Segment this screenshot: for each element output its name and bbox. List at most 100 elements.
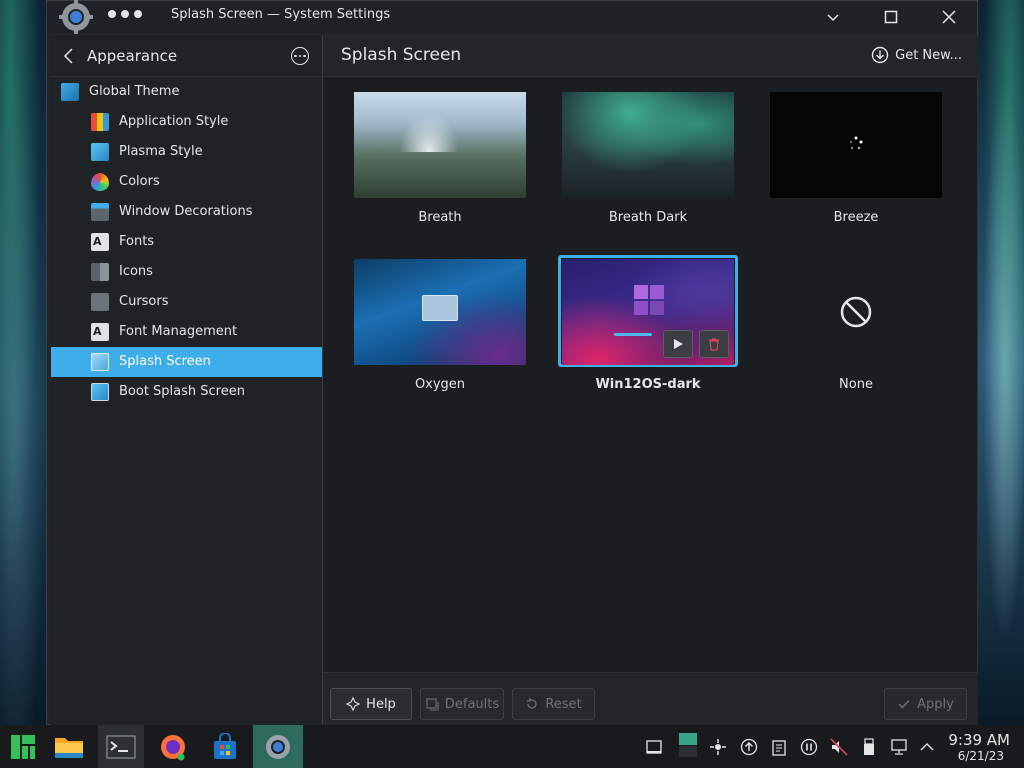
page-title: Splash Screen: [341, 45, 462, 65]
application-style-icon: [91, 113, 109, 131]
main-pane: Splash Screen Get New... Breath Breath D…: [323, 35, 978, 726]
minimize-icon: [827, 14, 839, 22]
sidebar-item-label: Fonts: [119, 234, 155, 249]
loading-spinner-icon: [849, 136, 863, 150]
theme-tile-none[interactable]: None: [770, 259, 944, 392]
get-new-label: Get New...: [895, 47, 962, 63]
main-header: Splash Screen Get New...: [323, 35, 978, 77]
sidebar-item-application-style[interactable]: Application Style: [51, 107, 322, 137]
sidebar-item-window-decorations[interactable]: Window Decorations: [51, 197, 322, 227]
settings-gear-icon: [266, 734, 290, 759]
sidebar-item-splash-screen[interactable]: Splash Screen: [51, 347, 322, 377]
defaults-icon: [426, 698, 439, 711]
apply-button[interactable]: Apply: [884, 688, 967, 720]
help-icon: [346, 697, 361, 711]
trash-icon: [709, 338, 719, 351]
theme-preview: [354, 92, 526, 198]
reset-icon: [527, 698, 537, 709]
sidebar-item-plasma-style[interactable]: Plasma Style: [51, 137, 322, 167]
reset-label: Reset: [545, 696, 582, 712]
download-icon: [871, 46, 889, 64]
volume-muted-icon[interactable]: [830, 738, 848, 756]
sidebar-item-label: Global Theme: [89, 84, 180, 99]
checkmark-icon: [898, 700, 910, 709]
titlebar[interactable]: Splash Screen — System Settings: [47, 0, 977, 34]
sidebar-item-label: Application Style: [119, 114, 229, 129]
theme-preview: [354, 259, 526, 365]
wallpaper-left: [0, 0, 50, 725]
theme-label: Breath Dark: [608, 210, 688, 225]
removable-device-icon[interactable]: [860, 738, 878, 756]
icons-icon: [91, 263, 109, 281]
no-entry-icon: [840, 296, 872, 328]
cursors-icon: [91, 293, 109, 311]
boot-splash-icon: [91, 383, 109, 401]
tray-expand-chevron-icon[interactable]: [918, 738, 936, 756]
file-manager-button[interactable]: [46, 725, 92, 768]
kde-connect-icon[interactable]: [709, 738, 727, 756]
sidebar-item-cursors[interactable]: Cursors: [51, 287, 322, 317]
clock-date[interactable]: 6/21/23: [958, 749, 1004, 763]
font-management-icon: A: [91, 323, 109, 341]
global-theme-icon: [61, 83, 79, 101]
theme-label: Oxygen: [414, 377, 466, 392]
update-icon[interactable]: [740, 738, 758, 756]
wallpaper-right: [976, 0, 1024, 725]
preview-button[interactable]: [663, 330, 693, 358]
virtual-desktop-pager[interactable]: [678, 732, 698, 758]
play-icon: [674, 339, 683, 349]
software-store-button[interactable]: [202, 725, 248, 768]
firefox-icon: [161, 734, 185, 760]
sidebar-item-fonts[interactable]: A Fonts: [51, 227, 322, 257]
reset-button[interactable]: Reset: [512, 688, 595, 720]
system-settings-icon[interactable]: [59, 0, 93, 34]
terminal-icon: [106, 735, 136, 758]
app-launcher-button[interactable]: [0, 725, 46, 768]
terminal-button[interactable]: [98, 725, 144, 768]
theme-tile-breeze[interactable]: Breeze: [770, 92, 944, 225]
help-button[interactable]: Help: [330, 688, 412, 720]
sidebar-item-label: Cursors: [119, 294, 169, 309]
get-new-button[interactable]: Get New...: [871, 46, 962, 64]
clock-time[interactable]: 9:39 AM: [948, 731, 1010, 749]
sidebar-title: Appearance: [87, 47, 178, 65]
sidebar-item-global-theme[interactable]: Global Theme: [51, 77, 322, 107]
defaults-button[interactable]: Defaults: [420, 688, 504, 720]
footer-buttons: Help Defaults Reset Apply: [323, 672, 978, 726]
theme-tile-win12os-dark[interactable]: Win12OS-dark: [558, 255, 738, 392]
sidebar-item-label: Font Management: [119, 324, 238, 339]
clipboard-icon[interactable]: [770, 738, 788, 756]
system-settings-taskbar-button[interactable]: [253, 725, 303, 768]
theme-tile-oxygen[interactable]: Oxygen: [354, 259, 528, 392]
sidebar-item-icons[interactable]: Icons: [51, 257, 322, 287]
sidebar-item-font-management[interactable]: A Font Management: [51, 317, 322, 347]
windows-logo-icon: [634, 285, 664, 315]
plasma-style-icon: [91, 143, 109, 161]
firefox-button[interactable]: [150, 725, 196, 768]
back-arrow-icon[interactable]: [63, 48, 75, 64]
theme-preview: [770, 259, 942, 365]
apply-label: Apply: [917, 696, 954, 712]
hamburger-menu-icon[interactable]: [108, 10, 142, 18]
media-pause-icon[interactable]: [800, 738, 818, 756]
theme-label: Breath: [418, 210, 462, 225]
delete-button[interactable]: [699, 330, 729, 358]
theme-preview: [770, 92, 942, 198]
sidebar-item-label: Window Decorations: [119, 204, 253, 219]
minimize-button[interactable]: [821, 5, 845, 29]
theme-label: Breeze: [833, 210, 879, 225]
sidebar-item-boot-splash-screen[interactable]: Boot Splash Screen: [51, 377, 322, 407]
maximize-button[interactable]: [879, 5, 903, 29]
close-button[interactable]: [937, 5, 961, 29]
more-options-icon[interactable]: [291, 47, 309, 65]
theme-label: None: [839, 377, 873, 392]
theme-preview: [562, 259, 734, 365]
network-icon[interactable]: [890, 738, 908, 756]
splash-theme-grid: Breath Breath Dark Breeze Oxygen Win12OS…: [323, 77, 978, 672]
theme-tile-breath[interactable]: Breath: [354, 92, 528, 225]
show-desktop-icon[interactable]: [645, 738, 663, 756]
maximize-icon: [884, 10, 898, 24]
sidebar-item-colors[interactable]: Colors: [51, 167, 322, 197]
theme-tile-breath-dark[interactable]: Breath Dark: [562, 92, 736, 225]
store-bag-icon: [214, 732, 236, 759]
